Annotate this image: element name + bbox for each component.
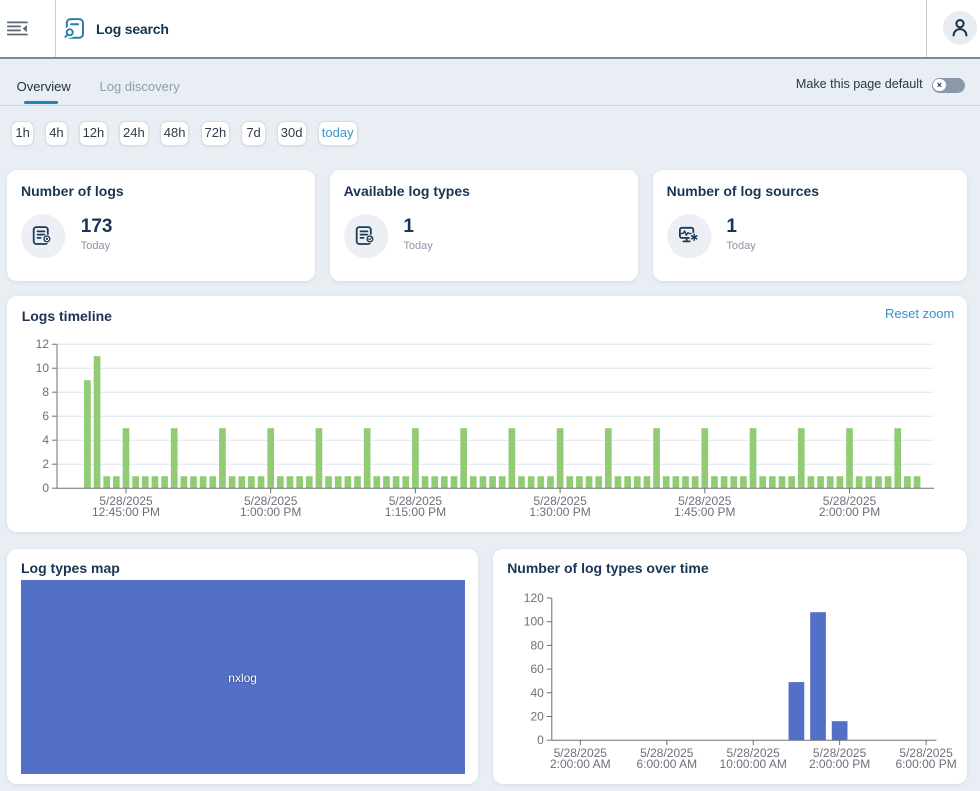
svg-text:80: 80: [530, 638, 544, 652]
svg-text:2:00:00 PM: 2:00:00 PM: [809, 757, 870, 771]
svg-text:1:15:00 PM: 1:15:00 PM: [385, 505, 446, 519]
svg-text:6: 6: [42, 409, 49, 423]
svg-text:2: 2: [42, 457, 49, 471]
svg-text:2:00:00 AM: 2:00:00 AM: [550, 757, 611, 771]
svg-text:2:00:00 PM: 2:00:00 PM: [819, 505, 880, 519]
svg-text:4: 4: [42, 433, 49, 447]
svg-text:60: 60: [530, 662, 544, 676]
svg-text:10:00:00 AM: 10:00:00 AM: [719, 757, 786, 771]
svg-text:1:00:00 PM: 1:00:00 PM: [240, 505, 301, 519]
svg-text:100: 100: [523, 615, 543, 629]
svg-text:6:00:00 PM: 6:00:00 PM: [895, 757, 956, 771]
svg-text:1:30:00 PM: 1:30:00 PM: [529, 505, 590, 519]
svg-text:12: 12: [36, 337, 50, 351]
svg-text:120: 120: [523, 591, 543, 605]
svg-text:10: 10: [36, 361, 50, 375]
svg-text:0: 0: [42, 481, 49, 495]
svg-text:0: 0: [537, 733, 544, 747]
svg-text:12:45:00 PM: 12:45:00 PM: [92, 505, 160, 519]
svg-text:40: 40: [530, 686, 544, 700]
svg-text:1:45:00 PM: 1:45:00 PM: [674, 505, 735, 519]
svg-text:6:00:00 AM: 6:00:00 AM: [636, 757, 697, 771]
svg-text:20: 20: [530, 709, 544, 723]
svg-text:8: 8: [42, 385, 49, 399]
